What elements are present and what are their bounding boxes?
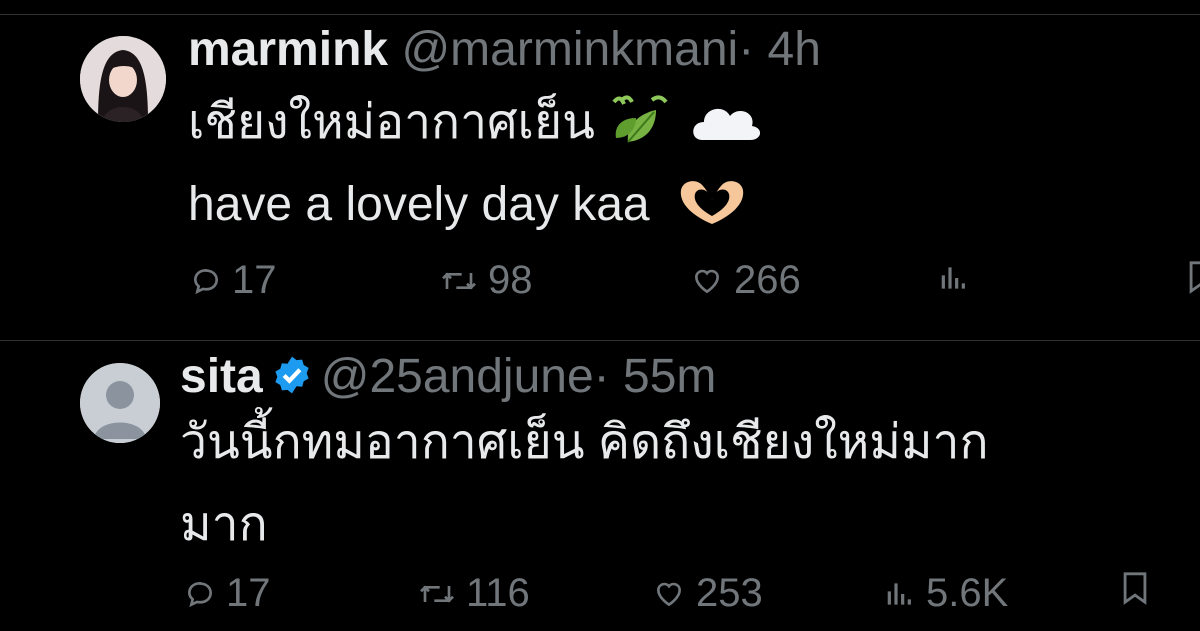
reply-icon	[187, 581, 213, 607]
retweet-button[interactable]: 98	[440, 258, 533, 303]
like-icon	[694, 269, 720, 293]
retweet-count: 116	[466, 571, 530, 615]
heart-hands-emoji	[673, 176, 751, 239]
bookmark-icon	[1189, 261, 1200, 294]
tweet-actions: 17 98 266	[0, 258, 1200, 308]
tweet-header: marmink @marminkmani· 4h	[188, 24, 821, 76]
views-count: 5.6K	[926, 571, 1009, 615]
cloud-emoji	[688, 96, 764, 155]
tweet-actions: 17 116 253 5.6K	[0, 571, 1200, 621]
tweet-marmink[interactable]: marmink @marminkmani· 4h เชียงใหม่อากาศเ…	[0, 0, 1200, 338]
tweet-text-line-2: have a lovely day kaa	[188, 176, 751, 239]
tweet-header: sita @25andjune· 55m	[180, 351, 716, 407]
tweet-text-line-2: มาก	[180, 498, 268, 551]
views-icon	[887, 582, 911, 605]
like-button[interactable]: 266	[690, 258, 801, 303]
bookmark-button[interactable]	[1186, 260, 1200, 294]
avatar[interactable]	[80, 363, 160, 443]
profile-photo-icon	[80, 36, 166, 122]
like-count: 253	[696, 571, 763, 615]
display-name[interactable]: sita	[180, 350, 263, 403]
separator-dot: ·	[738, 23, 755, 76]
timestamp[interactable]: 55m	[623, 350, 716, 403]
tweet-text-line-1: เชียงใหม่อากาศเย็น	[188, 92, 764, 159]
reply-count: 17	[226, 571, 271, 615]
timestamp[interactable]: 4h	[768, 23, 821, 76]
leaf-fluttering-in-wind-emoji	[608, 92, 674, 159]
retweet-icon	[420, 584, 454, 603]
reply-button[interactable]: 17	[190, 258, 277, 303]
views-icon	[941, 267, 965, 289]
like-count: 266	[734, 258, 801, 302]
like-icon	[656, 582, 682, 606]
tweet-text-line-1: วันนี้กทมอากาศเย็น คิดถึงเชียงใหม่มาก	[180, 416, 989, 469]
views-button[interactable]: 5.6K	[884, 571, 1008, 616]
retweet-button[interactable]: 116	[418, 571, 530, 616]
retweet-icon	[442, 271, 476, 290]
display-name[interactable]: marmink	[188, 23, 388, 76]
reply-button[interactable]: 17	[184, 571, 271, 616]
retweet-count: 98	[488, 258, 533, 302]
separator-dot: ·	[593, 350, 610, 403]
verified-badge-icon	[271, 354, 313, 407]
bookmark-icon	[1123, 572, 1147, 605]
tweet-text: have a lovely day kaa	[188, 178, 650, 232]
avatar[interactable]	[80, 36, 166, 122]
reply-count: 17	[232, 258, 277, 302]
tweet-sita[interactable]: sita @25andjune· 55m วันนี้กทมอากาศเย็น …	[0, 341, 1200, 631]
bookmark-button[interactable]	[1120, 571, 1150, 605]
reply-icon	[193, 268, 219, 294]
handle[interactable]: @25andjune	[321, 350, 594, 403]
handle[interactable]: @marminkmani	[401, 23, 738, 76]
views-button[interactable]	[938, 262, 970, 294]
like-button[interactable]: 253	[652, 571, 763, 616]
tweet-text: เชียงใหม่อากาศเย็น	[188, 96, 595, 150]
default-profile-icon	[80, 363, 160, 443]
